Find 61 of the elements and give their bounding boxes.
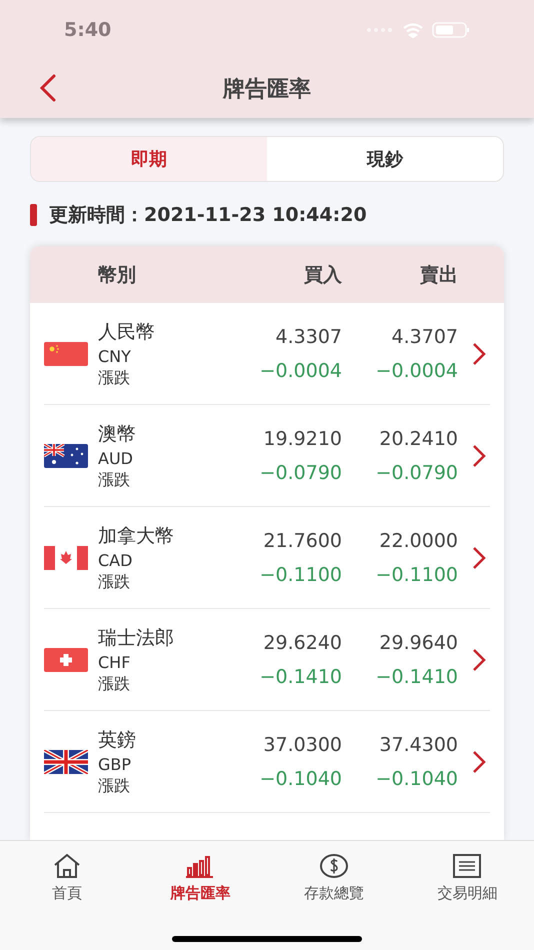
sell-change: −0.1410 xyxy=(376,666,458,688)
dollar-icon xyxy=(318,852,350,880)
sell-change: −0.0004 xyxy=(376,360,458,382)
currency-code: CHF xyxy=(98,652,132,672)
chevron-right-icon[interactable] xyxy=(470,748,488,774)
tab-bar-item[interactable]: 存款總覽 xyxy=(267,851,400,904)
buy-rate: 19.9210 xyxy=(263,428,342,450)
wifi-icon xyxy=(402,22,424,38)
buy-rate: 21.7600 xyxy=(263,530,342,552)
sell-rate: 20.2410 xyxy=(379,428,458,450)
chevron-right-icon[interactable] xyxy=(470,544,488,570)
change-label: 漲跌 xyxy=(98,572,131,592)
change-label: 漲跌 xyxy=(98,368,131,388)
tab-bar-item[interactable]: 交易明細 xyxy=(400,851,534,904)
sell-rate: 4.3707 xyxy=(392,326,458,348)
chevron-right-icon[interactable] xyxy=(470,646,488,672)
change-label: 漲跌 xyxy=(98,776,131,796)
accent-bar xyxy=(30,204,37,226)
buy-change: −0.1040 xyxy=(260,768,342,790)
change-label: 漲跌 xyxy=(98,470,131,490)
currency-name: 瑞士法郎 xyxy=(98,626,175,650)
currency-name: 加拿大幣 xyxy=(98,524,175,548)
currency-name: 英鎊 xyxy=(98,728,137,752)
column-header: 幣別 xyxy=(97,262,137,288)
currency-code: AUD xyxy=(98,448,134,468)
segment-tab[interactable]: 即期 xyxy=(31,137,267,181)
chevron-right-icon[interactable] xyxy=(470,442,488,468)
buy-change: −0.1410 xyxy=(260,666,342,688)
sell-change: −0.1040 xyxy=(376,768,458,790)
chevron-right-icon[interactable] xyxy=(470,340,488,366)
buy-change: −0.0004 xyxy=(260,360,342,382)
currency-name: 人民幣 xyxy=(98,320,156,344)
flag-icon xyxy=(44,648,88,672)
sell-rate: 29.9640 xyxy=(379,632,458,654)
buy-rate: 4.3307 xyxy=(276,326,342,348)
currency-code: CNY xyxy=(98,346,132,366)
buy-rate: 37.0300 xyxy=(263,734,342,756)
buy-rate: 29.6240 xyxy=(263,632,342,654)
sell-rate: 37.4300 xyxy=(379,734,458,756)
sell-rate: 22.0000 xyxy=(379,530,458,552)
column-header: 買入 xyxy=(303,262,342,288)
buy-change: −0.1100 xyxy=(260,564,342,586)
status-time: 5:40 xyxy=(64,19,112,41)
currency-code: CAD xyxy=(98,550,134,570)
column-header: 賣出 xyxy=(419,262,458,288)
change-label: 漲跌 xyxy=(98,674,131,694)
list-icon xyxy=(451,852,484,880)
flag-icon xyxy=(44,750,88,774)
currency-name: 澳幣 xyxy=(98,422,137,446)
tab-bar-item[interactable]: 牌告匯率 xyxy=(134,851,267,904)
sell-change: −0.1100 xyxy=(376,564,458,586)
flag-icon xyxy=(44,444,88,468)
buy-change: −0.0790 xyxy=(260,462,342,484)
flag-icon xyxy=(44,546,88,570)
update-time: 更新時間：2021-11-23 10:44:20 xyxy=(49,203,367,228)
battery-icon xyxy=(432,22,470,38)
page-title: 牌告匯率 xyxy=(223,76,311,104)
tab-bar-item[interactable]: 首頁 xyxy=(0,851,134,904)
currency-code: GBP xyxy=(98,754,132,774)
sell-change: −0.0790 xyxy=(376,462,458,484)
flag-icon xyxy=(44,342,88,366)
